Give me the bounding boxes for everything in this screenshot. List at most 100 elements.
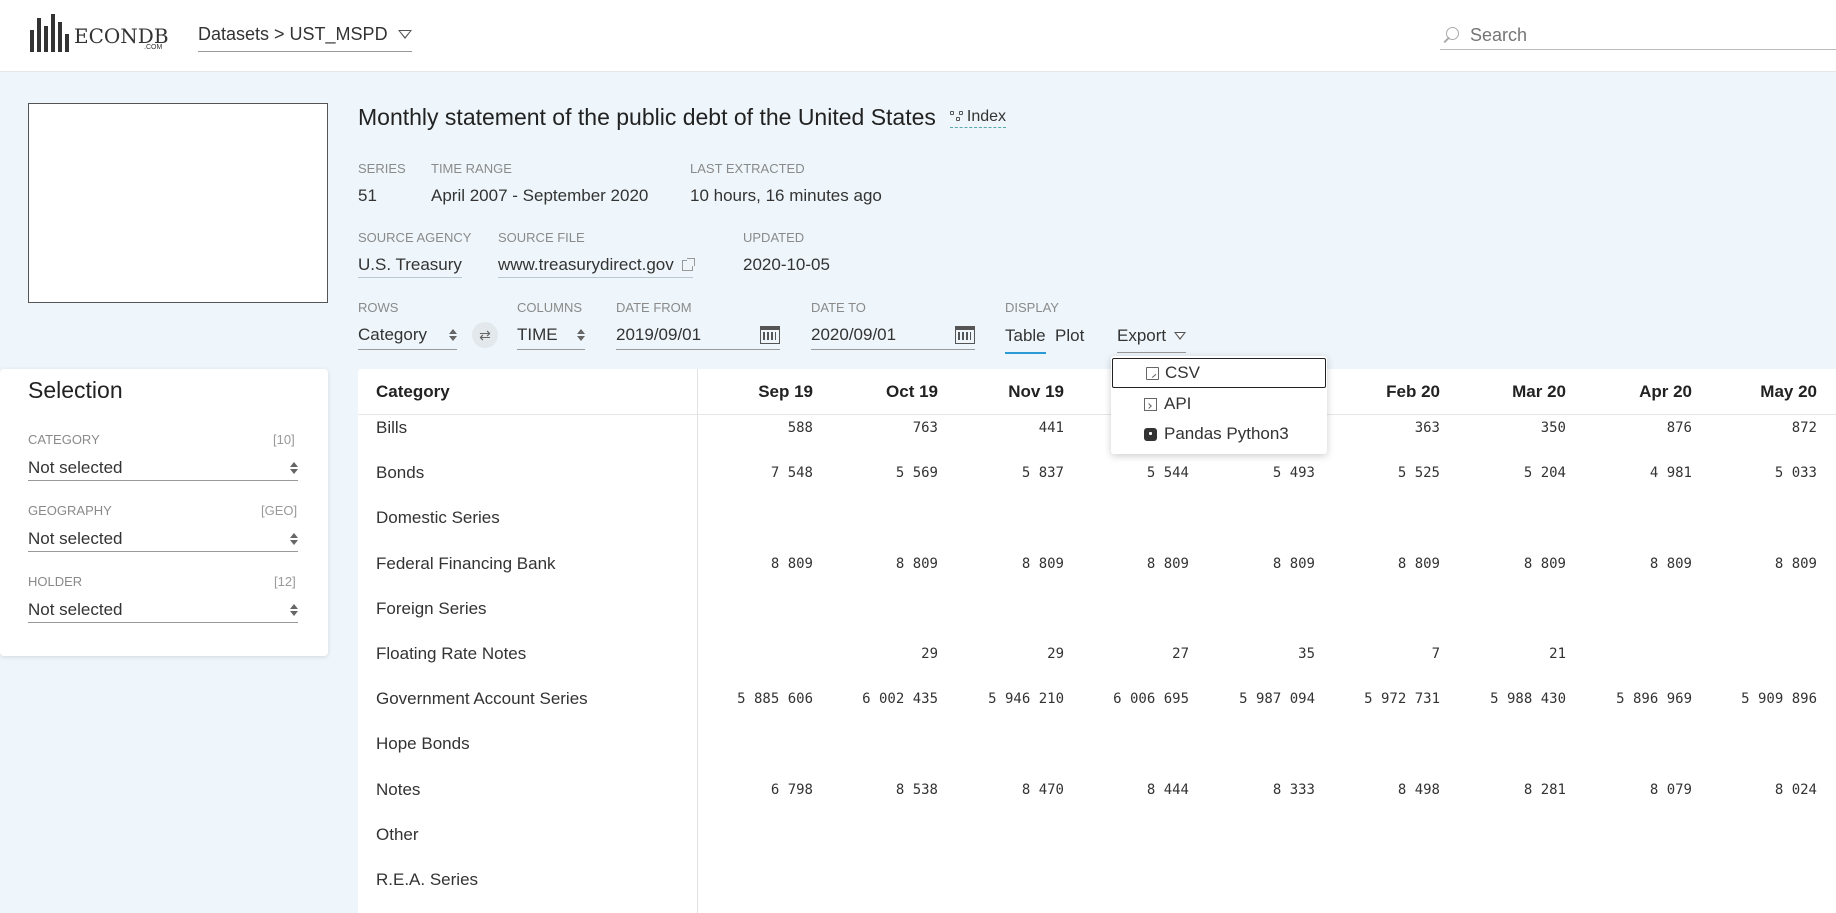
table-cell: 8 470 xyxy=(1021,781,1064,798)
table-cell: 8 444 xyxy=(1146,781,1189,798)
table-cell: 8 809 xyxy=(1774,555,1817,572)
rows-select[interactable]: Category xyxy=(358,320,457,350)
calendar-icon[interactable] xyxy=(760,325,780,344)
row-label[interactable]: Other xyxy=(376,825,419,845)
row-label[interactable]: Federal Financing Bank xyxy=(376,554,556,574)
row-label[interactable]: R.E.A. Series xyxy=(376,870,478,890)
table-cell: 8 809 xyxy=(1397,555,1440,572)
sort-updown-icon xyxy=(290,532,298,545)
export-dropdown[interactable]: Export xyxy=(1117,326,1187,353)
last-extracted-label: LAST EXTRACTED xyxy=(690,161,805,176)
table-cell: 35 xyxy=(1298,646,1315,662)
calendar-icon[interactable] xyxy=(955,325,975,344)
table-cell: 29 xyxy=(921,646,938,662)
search-input[interactable] xyxy=(1470,25,1810,46)
filter-value: Not selected xyxy=(28,457,123,477)
filter-value: Not selected xyxy=(28,599,123,619)
table-header-column[interactable]: Feb 20 xyxy=(1330,369,1440,415)
table-cell: 8 809 xyxy=(1021,555,1064,572)
table-cell: 8 809 xyxy=(1146,555,1189,572)
table-cell: 8 024 xyxy=(1774,781,1817,798)
source-file-link[interactable]: www.treasurydirect.gov xyxy=(498,255,695,278)
row-label[interactable]: Notes xyxy=(376,780,420,800)
date-from-label: DATE FROM xyxy=(616,300,692,315)
date-to-input[interactable]: 2020/09/01 xyxy=(811,320,975,350)
export-option-csv[interactable]: CSV xyxy=(1112,358,1326,388)
logo-icon[interactable] xyxy=(30,14,69,52)
filter-select-geography[interactable]: Not selected xyxy=(28,526,298,552)
table-cell: 350 xyxy=(1540,420,1566,436)
index-link[interactable]: Index xyxy=(949,108,1007,128)
source-agency-link[interactable]: U.S. Treasury xyxy=(358,255,462,278)
table-cell: 8 809 xyxy=(1523,555,1566,572)
dataset-breadcrumb[interactable]: Datasets > UST_MSPD xyxy=(198,24,412,52)
search-icon xyxy=(1440,25,1462,47)
display-label: DISPLAY xyxy=(1005,300,1059,315)
table-cell: 8 809 xyxy=(770,555,813,572)
date-from-input[interactable]: 2019/09/01 xyxy=(616,320,780,350)
terminal-icon xyxy=(1144,397,1157,411)
table-header-column[interactable]: Oct 19 xyxy=(828,369,938,415)
columns-select-value: TIME xyxy=(517,324,558,344)
data-table: Category Sep 19Oct 19Nov 19Dec 19Jan 20F… xyxy=(358,369,1836,913)
table-cell: 763 xyxy=(912,420,938,436)
filter-label-category: CATEGORY xyxy=(28,432,100,447)
row-label[interactable]: Hope Bonds xyxy=(376,734,470,754)
sort-updown-icon xyxy=(577,328,585,341)
table-cell: 5 569 xyxy=(895,465,938,482)
table-header-column[interactable]: Apr 20 xyxy=(1582,369,1692,415)
filter-label-geography: GEOGRAPHY xyxy=(28,503,112,518)
table-header-column[interactable]: Mar 20 xyxy=(1456,369,1566,415)
table-cell: 5 885 606 xyxy=(737,691,813,708)
table-cell: 876 xyxy=(1666,420,1692,436)
table-cell: 5 946 210 xyxy=(988,691,1064,708)
source-agency-label: SOURCE AGENCY xyxy=(358,230,472,245)
swap-axes-icon[interactable]: ⇄ xyxy=(472,322,498,348)
table-header-column[interactable]: Nov 19 xyxy=(954,369,1064,415)
csv-file-icon xyxy=(1146,366,1159,380)
table-header-column[interactable]: May 20 xyxy=(1707,369,1817,415)
export-option-label: API xyxy=(1164,394,1192,413)
export-option-api[interactable]: API xyxy=(1111,389,1327,419)
sort-updown-icon xyxy=(290,603,298,616)
table-cell: 8 333 xyxy=(1272,781,1315,798)
dataset-thumbnail xyxy=(28,103,328,303)
tab-plot[interactable]: Plot xyxy=(1055,326,1084,352)
row-label[interactable]: Foreign Series xyxy=(376,599,487,619)
tab-table[interactable]: Table xyxy=(1005,326,1046,354)
updated-value: 2020-10-05 xyxy=(743,255,830,274)
row-label[interactable]: Bonds xyxy=(376,463,424,483)
row-label[interactable]: Government Account Series xyxy=(376,689,588,709)
search-box xyxy=(1440,22,1836,50)
row-label[interactable]: Floating Rate Notes xyxy=(376,644,526,664)
columns-select[interactable]: TIME xyxy=(517,320,585,350)
export-label: Export xyxy=(1117,326,1167,345)
table-cell: 872 xyxy=(1791,420,1817,436)
table-header-column[interactable]: Sep 19 xyxy=(703,369,813,415)
table-cell: 8 281 xyxy=(1523,781,1566,798)
table-cell: 8 538 xyxy=(895,781,938,798)
table-cell: 5 525 xyxy=(1397,465,1440,482)
page-title: Monthly statement of the public debt of … xyxy=(358,104,936,130)
table-header-category[interactable]: Category xyxy=(358,369,698,415)
row-label[interactable]: Bills xyxy=(376,418,407,438)
export-option-pandas[interactable]: Pandas Python3 xyxy=(1111,419,1327,449)
table-cell: 29 xyxy=(1047,646,1064,662)
breadcrumb-text: Datasets > UST_MSPD xyxy=(198,24,388,44)
filter-select-holder[interactable]: Not selected xyxy=(28,597,298,623)
row-label[interactable]: Domestic Series xyxy=(376,508,500,528)
filter-count-geography: [GEO] xyxy=(261,503,298,518)
series-label: SERIES xyxy=(358,161,406,176)
filter-value: Not selected xyxy=(28,528,123,548)
hierarchy-icon xyxy=(949,110,964,123)
export-option-label: CSV xyxy=(1165,363,1200,382)
date-to-value: 2020/09/01 xyxy=(811,324,897,344)
table-cell: 8 498 xyxy=(1397,781,1440,798)
rows-label: ROWS xyxy=(358,300,399,315)
table-cell: 441 xyxy=(1038,420,1064,436)
table-cell: 588 xyxy=(787,420,813,436)
filter-count-category: [10] xyxy=(273,432,295,447)
time-range-label: TIME RANGE xyxy=(431,161,512,176)
filter-select-category[interactable]: Not selected xyxy=(28,455,298,481)
table-cell: 7 548 xyxy=(770,465,813,482)
